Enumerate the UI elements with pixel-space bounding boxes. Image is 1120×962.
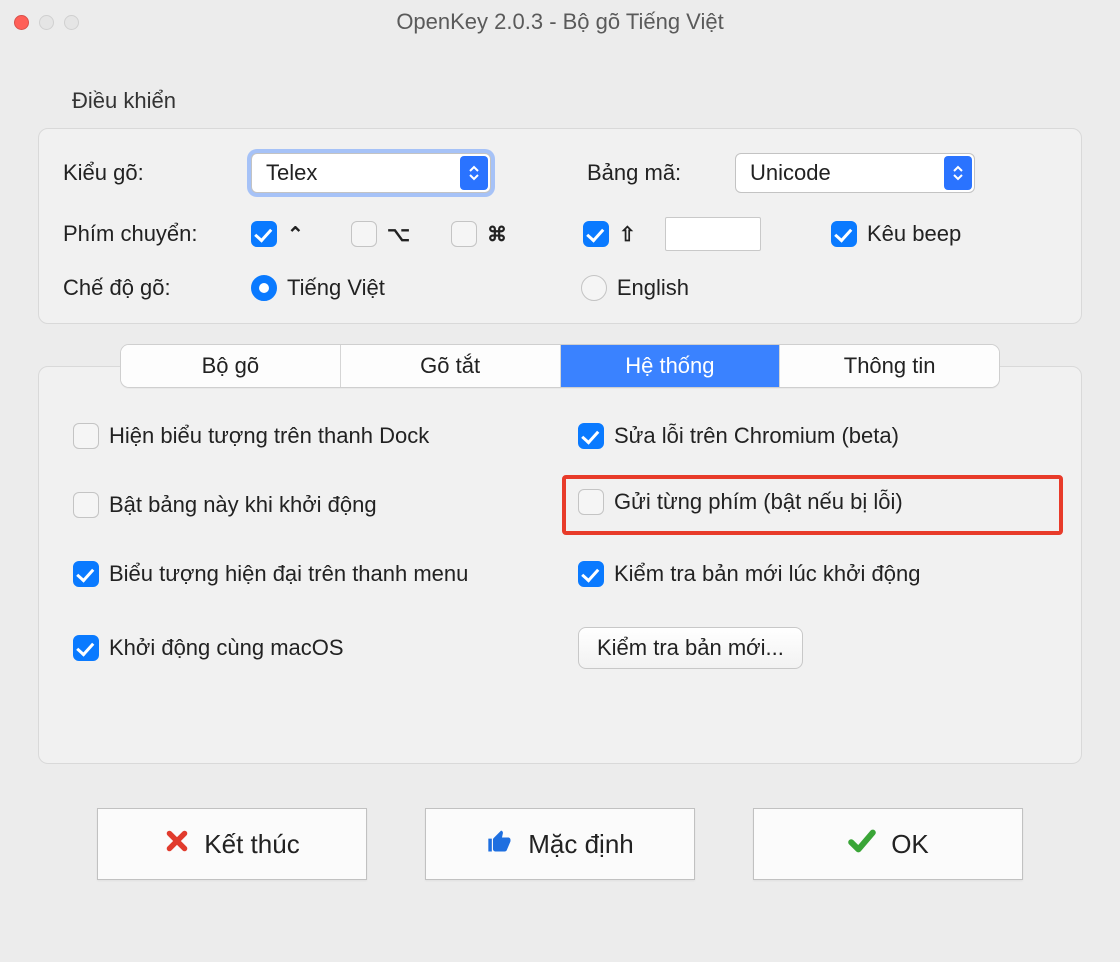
close-window-icon[interactable]	[14, 15, 29, 30]
encoding-label: Bảng mã:	[587, 160, 717, 186]
check-icon	[847, 829, 877, 860]
chevron-up-down-icon	[944, 156, 972, 190]
default-button-label: Mặc định	[528, 829, 634, 860]
window-title: OpenKey 2.0.3 - Bộ gõ Tiếng Việt	[0, 9, 1120, 35]
mode-en-label: English	[617, 275, 689, 301]
check-update-button-label: Kiểm tra bản mới...	[597, 635, 784, 661]
ok-button-label: OK	[891, 829, 929, 860]
shift-checkbox[interactable]: ⇧	[583, 221, 647, 247]
mode-label: Chế độ gõ:	[63, 275, 233, 301]
shift-glyph: ⇧	[619, 222, 647, 247]
show-dock-label: Hiện biểu tượng trên thanh Dock	[109, 423, 429, 449]
command-glyph: ⌘	[487, 222, 515, 247]
system-tab-panel: Hiện biểu tượng trên thanh Dock Sửa lỗi …	[38, 366, 1082, 764]
check-update-start-checkbox[interactable]: Kiểm tra bản mới lúc khởi động	[578, 561, 1047, 587]
traffic-lights	[14, 15, 79, 30]
mode-english-radio[interactable]: English	[581, 275, 689, 301]
mode-vn-label: Tiếng Việt	[287, 275, 385, 301]
option-checkbox[interactable]: ⌥	[351, 221, 415, 247]
beep-label: Kêu beep	[867, 221, 961, 247]
ok-button[interactable]: OK	[753, 808, 1023, 880]
quit-button[interactable]: Kết thúc	[97, 808, 367, 880]
input-method-value: Telex	[266, 160, 317, 186]
input-method-select[interactable]: Telex	[251, 153, 491, 193]
control-groupbox: Kiểu gõ: Telex Bảng mã: Unicode	[38, 128, 1082, 324]
fix-chromium-checkbox[interactable]: Sửa lỗi trên Chromium (beta)	[578, 423, 1047, 449]
modern-icon-checkbox[interactable]: Biểu tượng hiện đại trên thanh menu	[73, 561, 542, 587]
send-each-key-label: Gửi từng phím (bật nếu bị lỗi)	[614, 489, 903, 515]
tab-about[interactable]: Thông tin	[780, 345, 999, 387]
chevron-up-down-icon	[460, 156, 488, 190]
tab-bar: Bộ gõ Gõ tắt Hệ thống Thông tin	[120, 344, 1000, 388]
close-icon	[164, 828, 190, 861]
run-at-login-label: Khởi động cùng macOS	[109, 635, 344, 661]
send-each-key-highlight: Gửi từng phím (bật nếu bị lỗi)	[562, 475, 1063, 535]
thumbs-up-icon	[486, 827, 514, 862]
run-at-login-checkbox[interactable]: Khởi động cùng macOS	[73, 627, 542, 669]
check-update-start-label: Kiểm tra bản mới lúc khởi động	[614, 561, 920, 587]
command-checkbox[interactable]: ⌘	[451, 221, 515, 247]
ctrl-glyph: ⌃	[287, 222, 315, 247]
ctrl-checkbox[interactable]: ⌃	[251, 221, 315, 247]
zoom-window-icon	[64, 15, 79, 30]
mode-vietnamese-radio[interactable]: Tiếng Việt	[251, 275, 385, 301]
check-update-button[interactable]: Kiểm tra bản mới...	[578, 627, 803, 669]
tab-shortcut[interactable]: Gõ tắt	[341, 345, 561, 387]
send-each-key-checkbox[interactable]: Gửi từng phím (bật nếu bị lỗi)	[578, 489, 903, 515]
option-glyph: ⌥	[387, 222, 415, 247]
switch-key-label: Phím chuyển:	[63, 221, 233, 247]
open-on-start-label: Bật bảng này khi khởi động	[109, 492, 377, 518]
tab-input[interactable]: Bộ gõ	[121, 345, 341, 387]
control-group-legend: Điều khiển	[72, 88, 1082, 114]
fix-chromium-label: Sửa lỗi trên Chromium (beta)	[614, 423, 899, 449]
encoding-value: Unicode	[750, 160, 831, 186]
footer: Kết thúc Mặc định OK	[38, 808, 1082, 880]
tab-system[interactable]: Hệ thống	[561, 345, 781, 387]
default-button[interactable]: Mặc định	[425, 808, 695, 880]
quit-button-label: Kết thúc	[204, 829, 299, 860]
title-bar: OpenKey 2.0.3 - Bộ gõ Tiếng Việt	[0, 0, 1120, 44]
input-method-label: Kiểu gõ:	[63, 160, 233, 186]
show-dock-checkbox[interactable]: Hiện biểu tượng trên thanh Dock	[73, 423, 542, 449]
encoding-select[interactable]: Unicode	[735, 153, 975, 193]
open-on-start-checkbox[interactable]: Bật bảng này khi khởi động	[73, 489, 542, 521]
switch-key-field[interactable]	[665, 217, 761, 251]
minimize-window-icon	[39, 15, 54, 30]
modern-icon-label: Biểu tượng hiện đại trên thanh menu	[109, 561, 468, 587]
beep-checkbox[interactable]: Kêu beep	[831, 221, 961, 247]
